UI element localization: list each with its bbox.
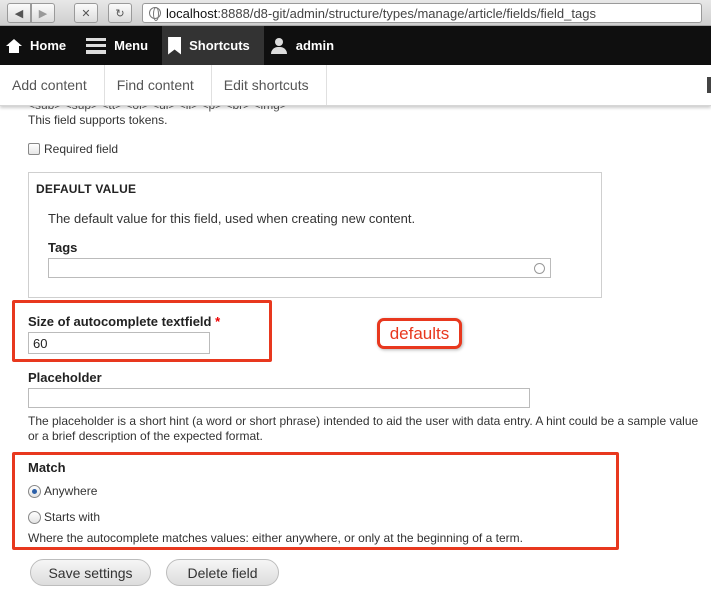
required-field-label: Required field bbox=[44, 142, 119, 156]
url-host: localhost bbox=[166, 5, 218, 21]
delete-field-button[interactable]: Delete field bbox=[166, 559, 279, 586]
autocomplete-throbber-icon bbox=[534, 263, 545, 274]
toolbar-shortcuts[interactable]: Shortcuts bbox=[162, 26, 264, 65]
address-bar[interactable]: localhost:8888/d8-git/admin/structure/ty… bbox=[142, 3, 702, 23]
toolbar-user[interactable]: admin bbox=[264, 26, 348, 65]
toolbar-shortcuts-label: Shortcuts bbox=[189, 38, 250, 53]
required-field-checkbox[interactable] bbox=[28, 143, 40, 155]
tray-link-add-content[interactable]: Add content bbox=[0, 65, 105, 105]
tray-link-edit-shortcuts[interactable]: Edit shortcuts bbox=[212, 65, 327, 105]
tokens-note: This field supports tokens. bbox=[28, 113, 168, 127]
placeholder-input[interactable] bbox=[28, 388, 530, 408]
default-value-legend: DEFAULT VALUE bbox=[36, 182, 137, 196]
placeholder-label: Placeholder bbox=[28, 370, 102, 385]
hamburger-menu-icon bbox=[86, 37, 107, 54]
default-value-description: The default value for this field, used w… bbox=[48, 211, 416, 226]
shortcuts-tray: Add content Find content Edit shortcuts bbox=[0, 65, 711, 106]
tray-orientation-toggle[interactable] bbox=[707, 77, 711, 93]
home-icon bbox=[6, 38, 22, 53]
tray-link-find-content[interactable]: Find content bbox=[105, 65, 212, 105]
stop-button[interactable]: ✕ bbox=[74, 3, 98, 23]
reload-button[interactable]: ↻ bbox=[108, 3, 132, 23]
forward-button[interactable]: ▶ bbox=[31, 3, 55, 23]
forward-arrow-icon: ▶ bbox=[38, 7, 48, 20]
save-settings-button[interactable]: Save settings bbox=[30, 559, 151, 586]
placeholder-description: The placeholder is a short hint (a word … bbox=[28, 414, 699, 443]
required-field-row[interactable]: Required field bbox=[28, 142, 118, 156]
tags-autocomplete-input[interactable] bbox=[48, 258, 551, 278]
toolbar-home[interactable]: Home bbox=[0, 26, 80, 65]
close-icon: ✕ bbox=[81, 7, 91, 20]
match-highlight-annotation bbox=[12, 452, 619, 550]
toolbar-home-label: Home bbox=[30, 38, 67, 53]
tags-label: Tags bbox=[48, 240, 78, 255]
size-highlight-annotation bbox=[12, 300, 272, 362]
field-settings-form: <sub> <sup> <tt> <ol> <ul> <li> <p> <br>… bbox=[0, 98, 711, 606]
default-value-fieldset: DEFAULT VALUE The default value for this… bbox=[28, 172, 602, 298]
toolbar-menu-label: Menu bbox=[114, 38, 149, 53]
back-button[interactable]: ◀ bbox=[7, 3, 31, 23]
toolbar-menu[interactable]: Menu bbox=[80, 26, 162, 65]
browser-bar: ◀ ▶ ✕ ↻ localhost:8888/d8-git/admin/stru… bbox=[0, 0, 711, 26]
toolbar-user-label: admin bbox=[295, 38, 335, 53]
url-path: :8888/d8-git/admin/structure/types/manag… bbox=[217, 5, 596, 21]
back-arrow-icon: ◀ bbox=[14, 7, 24, 20]
reload-icon: ↻ bbox=[115, 7, 125, 20]
admin-toolbar: Home Menu Shortcuts admin bbox=[0, 26, 711, 65]
defaults-callout: defaults bbox=[377, 318, 462, 349]
bookmark-icon bbox=[168, 36, 182, 55]
user-icon bbox=[270, 37, 288, 54]
globe-icon bbox=[149, 7, 161, 21]
